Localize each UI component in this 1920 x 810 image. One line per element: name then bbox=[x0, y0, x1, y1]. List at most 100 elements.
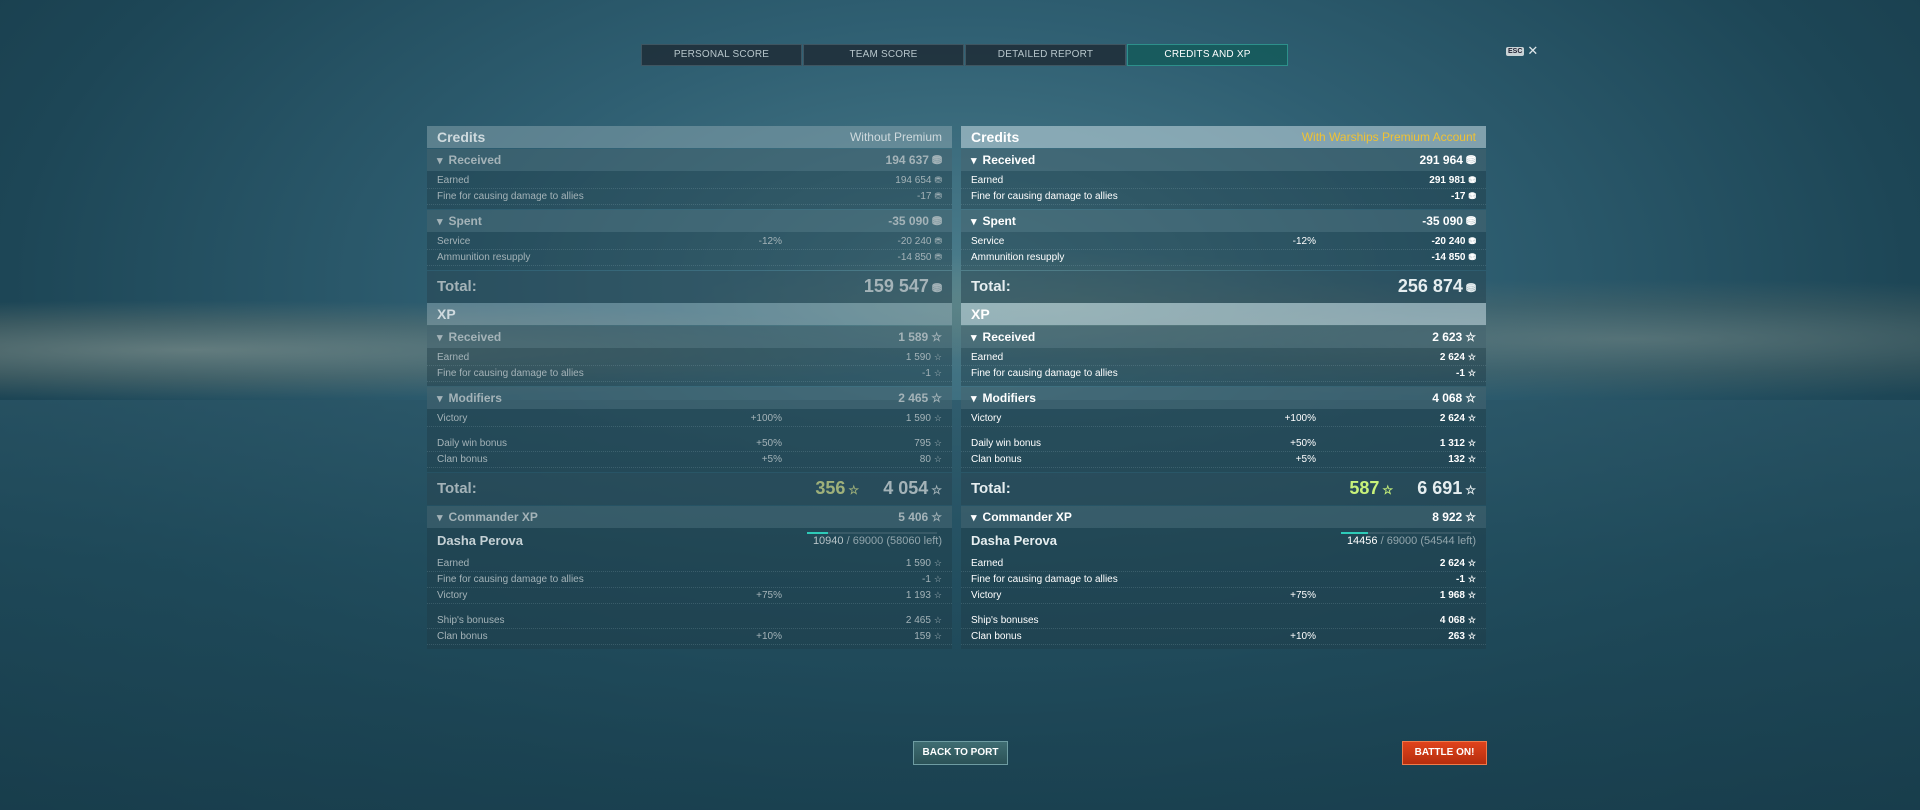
row-xp-fine: Fine for causing damage to allies -1 ☆ bbox=[427, 366, 952, 382]
tab-detailed-report[interactable]: DETAILED REPORT bbox=[965, 44, 1126, 66]
credits-total: Total: 256 874 ⛃ bbox=[961, 271, 1486, 303]
row-xp-victory: Victory +100% 2 624 ☆ bbox=[961, 411, 1486, 427]
group-label: Spent bbox=[971, 210, 1016, 232]
row-xp-daily: Daily win bonus +50% 1 312 ☆ bbox=[961, 436, 1486, 452]
star-icon: ☆ bbox=[1467, 590, 1476, 600]
credits-spent-header[interactable]: Spent -35 090⛃ bbox=[427, 210, 952, 232]
row-value: -1 ☆ bbox=[1456, 574, 1476, 585]
tab-team-score[interactable]: TEAM SCORE bbox=[803, 44, 964, 66]
row-modifier: +50% bbox=[756, 438, 782, 449]
star-icon: ☆ bbox=[933, 590, 942, 600]
credits-received-header[interactable]: Received 291 964⛃ bbox=[961, 149, 1486, 171]
row-value: -17 ⛃ bbox=[1451, 191, 1476, 202]
row-label: Ship's bonuses bbox=[971, 615, 1039, 626]
commander-xp-header[interactable]: Commander XP 5 406☆ bbox=[427, 506, 952, 528]
row-value: -17 ⛃ bbox=[917, 191, 942, 202]
xp-received-header[interactable]: Received 1 589☆ bbox=[427, 326, 952, 348]
credit-coin-icon: ⛃ bbox=[1468, 191, 1476, 201]
row-xp-fine: Fine for causing damage to allies -1 ☆ bbox=[961, 366, 1486, 382]
row-label: Ship's bonuses bbox=[437, 615, 505, 626]
row-credits-fine: Fine for causing damage to allies -17 ⛃ bbox=[961, 189, 1486, 205]
star-icon: ☆ bbox=[933, 574, 942, 584]
credits-received-header[interactable]: Received 194 637⛃ bbox=[427, 149, 952, 171]
tab-credits-and-xp[interactable]: CREDITS AND XP bbox=[1127, 44, 1288, 66]
commander-name: Dasha Perova bbox=[437, 533, 523, 548]
star-icon: ☆ bbox=[1465, 391, 1476, 405]
row-value: -14 850 ⛃ bbox=[1431, 252, 1476, 263]
commander-name: Dasha Perova bbox=[971, 533, 1057, 548]
credit-coin-icon: ⛃ bbox=[1465, 214, 1476, 228]
free-xp-value: 356 ☆ bbox=[815, 472, 859, 506]
commander-xp-progress-text: 14456 / 69000 (54544 left) bbox=[1346, 535, 1476, 547]
xp-modifiers-header[interactable]: Modifiers 2 465☆ bbox=[427, 387, 952, 409]
credit-coin-icon: ⛃ bbox=[931, 281, 942, 295]
group-label: Commander XP bbox=[971, 506, 1072, 528]
free-xp-star-icon: ☆ bbox=[848, 483, 860, 497]
row-cmd-fine: Fine for causing damage to allies -1 ☆ bbox=[427, 572, 952, 588]
group-value: -35 090 ⛃ bbox=[888, 210, 942, 232]
commander-row: Dasha Perova 10940 / 69000 (58060 left) bbox=[427, 528, 952, 554]
group-value: 4 068 ☆ bbox=[1432, 387, 1476, 409]
row-label: Victory bbox=[971, 413, 1002, 424]
row-label: Earned bbox=[971, 175, 1004, 186]
star-icon: ☆ bbox=[1467, 352, 1476, 362]
credit-coin-icon: ⛃ bbox=[934, 252, 942, 262]
row-modifier: +75% bbox=[756, 590, 782, 601]
panel-with-premium: CreditsWith Warships Premium Account Rec… bbox=[961, 126, 1486, 649]
star-icon: ☆ bbox=[933, 631, 942, 641]
star-icon: ☆ bbox=[1467, 631, 1476, 641]
commander-xp-progress-text: 10940 / 69000 (58060 left) bbox=[812, 535, 942, 547]
row-label: Fine for causing damage to allies bbox=[437, 368, 584, 379]
credit-coin-icon: ⛃ bbox=[1468, 175, 1476, 185]
row-label: Fine for causing damage to allies bbox=[437, 574, 584, 585]
group-value: 8 922 ☆ bbox=[1432, 506, 1476, 528]
credit-coin-icon: ⛃ bbox=[1468, 236, 1476, 246]
commander-row: Dasha Perova 14456 / 69000 (54544 left) bbox=[961, 528, 1486, 554]
battle-button[interactable]: BATTLE ON! bbox=[1402, 741, 1487, 765]
row-cmd-victory: Victory +75% 1 193 ☆ bbox=[427, 588, 952, 604]
row-value: 1 193 ☆ bbox=[905, 590, 942, 601]
close-button[interactable]: ESC ✕ bbox=[1506, 44, 1538, 57]
row-value: -14 850 ⛃ bbox=[897, 252, 942, 263]
group-value: 5 406 ☆ bbox=[898, 506, 942, 528]
account-type: Without Premium bbox=[849, 130, 942, 144]
group-label: Modifiers bbox=[437, 387, 502, 409]
credit-coin-icon: ⛃ bbox=[934, 191, 942, 201]
row-value: 1 590 ☆ bbox=[905, 413, 942, 424]
credit-coin-icon: ⛃ bbox=[1465, 281, 1476, 295]
row-credits-service: Service -12% -20 240 ⛃ bbox=[427, 234, 952, 250]
row-modifier: +10% bbox=[1290, 631, 1316, 642]
row-label: Clan bonus bbox=[971, 631, 1022, 642]
xp-modifiers-header[interactable]: Modifiers 4 068☆ bbox=[961, 387, 1486, 409]
group-label: Commander XP bbox=[437, 506, 538, 528]
xp-total: Total: 587 ☆ 6 691 ☆ bbox=[961, 473, 1486, 505]
row-label: Ammunition resupply bbox=[971, 252, 1065, 263]
credits-spent-header[interactable]: Spent -35 090⛃ bbox=[961, 210, 1486, 232]
row-modifier: +100% bbox=[1284, 413, 1316, 424]
free-xp-star-icon: ☆ bbox=[1382, 483, 1394, 497]
xp-total-value: 4 054 ☆ bbox=[883, 472, 942, 506]
row-credits-ammo: Ammunition resupply -14 850 ⛃ bbox=[961, 250, 1486, 266]
credit-coin-icon: ⛃ bbox=[934, 175, 942, 185]
credits-total-value: 159 547 ⛃ bbox=[864, 270, 942, 304]
star-icon: ☆ bbox=[931, 391, 942, 405]
star-icon: ☆ bbox=[933, 413, 942, 423]
star-icon: ☆ bbox=[933, 368, 942, 378]
row-value: -1 ☆ bbox=[922, 574, 942, 585]
star-icon: ☆ bbox=[1467, 558, 1476, 568]
back-to-port-button[interactable]: BACK TO PORT bbox=[913, 741, 1008, 765]
row-cmd-fine: Fine for causing damage to allies -1 ☆ bbox=[961, 572, 1486, 588]
row-label: Daily win bonus bbox=[437, 438, 508, 449]
row-modifier: +50% bbox=[1290, 438, 1316, 449]
row-xp-earned: Earned 1 590 ☆ bbox=[427, 350, 952, 366]
row-modifier: -12% bbox=[1292, 236, 1316, 247]
xp-received-header[interactable]: Received 2 623☆ bbox=[961, 326, 1486, 348]
row-value: 1 590 ☆ bbox=[905, 352, 942, 363]
row-label: Fine for causing damage to allies bbox=[971, 574, 1118, 585]
row-label: Earned bbox=[437, 558, 470, 569]
tab-personal-score[interactable]: PERSONAL SCORE bbox=[641, 44, 802, 66]
row-credits-service: Service -12% -20 240 ⛃ bbox=[961, 234, 1486, 250]
group-label: Received bbox=[971, 149, 1036, 171]
commander-xp-header[interactable]: Commander XP 8 922☆ bbox=[961, 506, 1486, 528]
credit-coin-icon: ⛃ bbox=[934, 236, 942, 246]
